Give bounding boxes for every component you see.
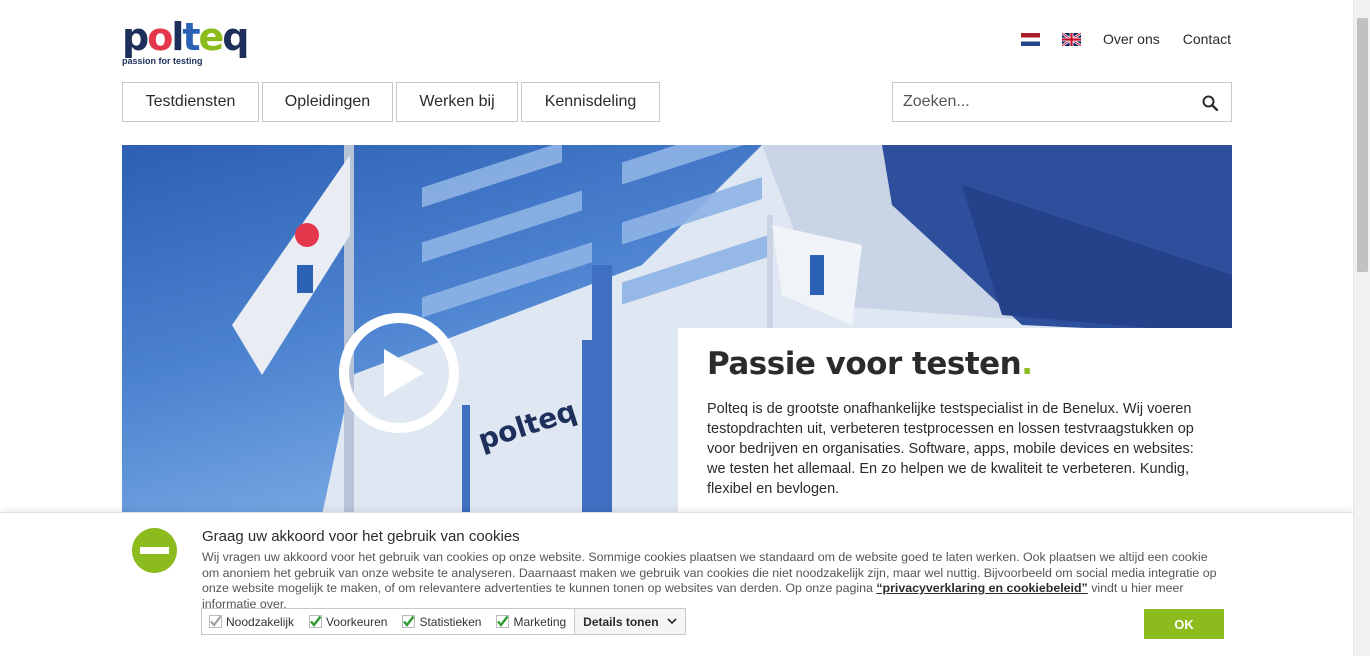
option-marketing[interactable]: Marketing (489, 615, 574, 629)
logo-letter-t: t (182, 15, 200, 59)
details-label: Details tonen (583, 614, 659, 629)
cookie-text: Wij vragen uw akkoord voor het gebruik v… (202, 550, 1222, 612)
cookie-ok-button[interactable]: OK (1144, 609, 1224, 639)
chevron-down-icon (666, 618, 677, 625)
search-input[interactable] (893, 93, 1183, 111)
hero-text: Polteq is de grootste onafhankelijke tes… (707, 401, 1194, 497)
check-icon[interactable] (309, 615, 323, 628)
scrollbar-thumb[interactable] (1357, 18, 1368, 272)
privacy-policy-link[interactable]: “privacyverklaring en cookiebeleid” (876, 581, 1087, 595)
over-ons-link[interactable]: Over ons (1103, 31, 1160, 47)
hero-title-text: Passie voor testen (707, 346, 1022, 382)
cookie-minus-icon (132, 528, 177, 573)
main-nav: Testdiensten Opleidingen Werken bij Kenn… (122, 82, 660, 122)
hero-card: Passie voor testen. Polteq is de grootst… (678, 328, 1232, 528)
option-noodzakelijk: Noodzakelijk (202, 615, 302, 629)
page-scrollbar[interactable] (1353, 0, 1370, 656)
check-icon (209, 615, 222, 628)
search-box (892, 82, 1232, 122)
nav-item-testdiensten[interactable]: Testdiensten (122, 82, 259, 122)
search-icon[interactable] (1202, 95, 1218, 111)
option-voorkeuren[interactable]: Voorkeuren (302, 615, 395, 629)
logo-letter-l: l (171, 15, 184, 59)
top-links: Over ons Contact (1020, 30, 1231, 48)
uk-flag-icon[interactable] (1061, 32, 1081, 46)
option-statistieken[interactable]: Statistieken (395, 615, 489, 629)
play-button[interactable] (339, 313, 459, 433)
option-label: Statistieken (419, 614, 482, 629)
cookie-title: Graag uw akkoord voor het gebruik van co… (202, 528, 520, 545)
nav-item-kennisdeling[interactable]: Kennisdeling (521, 82, 660, 122)
logo-letter-e: e (198, 15, 225, 59)
polteq-logo[interactable]: polteq passion for testing (122, 18, 252, 68)
cookie-banner: Graag uw akkoord voor het gebruik van co… (0, 512, 1353, 656)
nl-flag-icon[interactable] (1020, 32, 1040, 46)
cookie-options: Noodzakelijk Voorkeuren Statistieken Mar… (201, 608, 686, 635)
details-toggle-button[interactable]: Details tonen (574, 609, 685, 634)
check-icon[interactable] (496, 615, 510, 628)
logo-wordmark: polteq (122, 18, 252, 56)
hero-title-dot: . (1021, 346, 1033, 382)
check-icon[interactable] (402, 615, 416, 628)
play-icon (384, 349, 424, 397)
nav-item-werken-bij[interactable]: Werken bij (396, 82, 518, 122)
logo-letter-o: o (147, 15, 173, 59)
option-label: Voorkeuren (326, 614, 388, 629)
nav-item-opleidingen[interactable]: Opleidingen (262, 82, 393, 122)
logo-letter-p: p (122, 15, 149, 59)
option-label: Noodzakelijk (226, 614, 295, 629)
hero-title: Passie voor testen. (707, 346, 1204, 382)
contact-link[interactable]: Contact (1183, 31, 1231, 47)
option-label: Marketing (513, 614, 567, 629)
logo-letter-q: q (222, 15, 249, 59)
